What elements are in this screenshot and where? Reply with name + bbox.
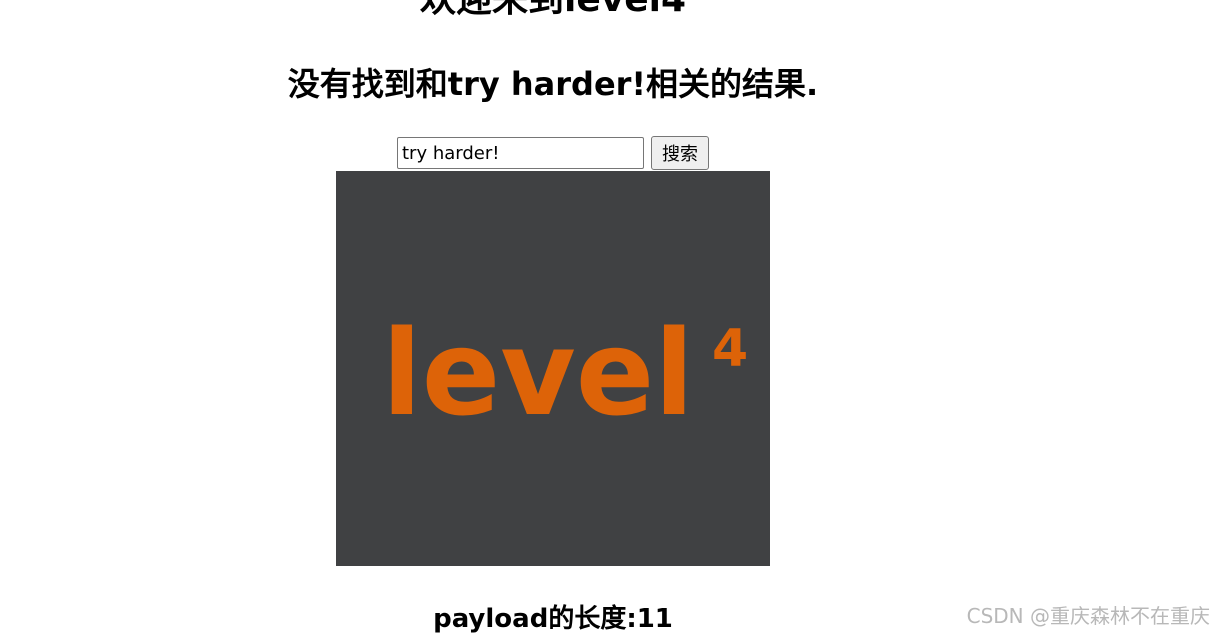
search-button[interactable]: 搜索 xyxy=(651,136,709,170)
level-logo-image: level 4 xyxy=(336,171,770,566)
welcome-heading: 欢迎来到level4 xyxy=(0,0,1106,22)
search-input[interactable] xyxy=(397,137,644,169)
level-logo-superscript: 4 xyxy=(712,319,748,379)
search-result-heading: 没有找到和try harder!相关的结果. xyxy=(287,65,819,103)
level-logo-graphic: level 4 xyxy=(382,304,748,442)
payload-length-text: payload的长度:11 xyxy=(433,604,673,634)
page: 欢迎来到level4 没有找到和try harder!相关的结果. 搜索 lev… xyxy=(0,0,1214,634)
search-form: 搜索 xyxy=(397,136,709,170)
csdn-watermark: CSDN @重庆森林不在重庆 xyxy=(966,604,1210,628)
level-logo-text: level xyxy=(382,304,694,442)
